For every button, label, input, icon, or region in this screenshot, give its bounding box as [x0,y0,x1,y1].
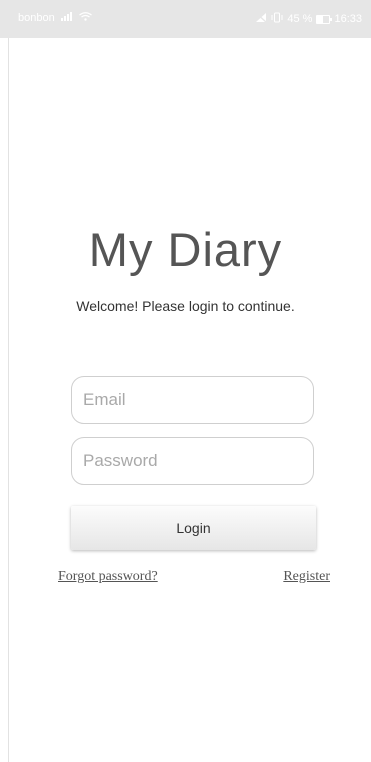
left-edge-divider [8,38,9,762]
wifi-icon [78,12,92,24]
battery-percent: 45 % [287,13,313,25]
do-not-disturb-icon [255,12,267,26]
signal-icon [60,12,73,24]
status-bar: bonbon 45 % 16:33 [0,0,371,38]
status-left: bonbon [18,12,92,24]
vibrate-icon [271,12,283,26]
welcome-text: Welcome! Please login to continue. [76,298,295,314]
login-button[interactable]: Login [71,506,316,550]
register-link[interactable]: Register [283,569,330,585]
email-field[interactable] [71,376,314,424]
carrier-label: bonbon [18,12,55,24]
battery-icon [316,14,333,24]
login-screen: bonbon 45 % 16:33 My Diary Welcome! Plea… [0,0,371,762]
clock: 16:33 [334,13,362,25]
app-title: My Diary [88,223,283,276]
password-field[interactable] [71,437,314,485]
status-right: 45 % 16:33 [255,12,362,26]
forgot-password-link[interactable]: Forgot password? [58,569,158,585]
